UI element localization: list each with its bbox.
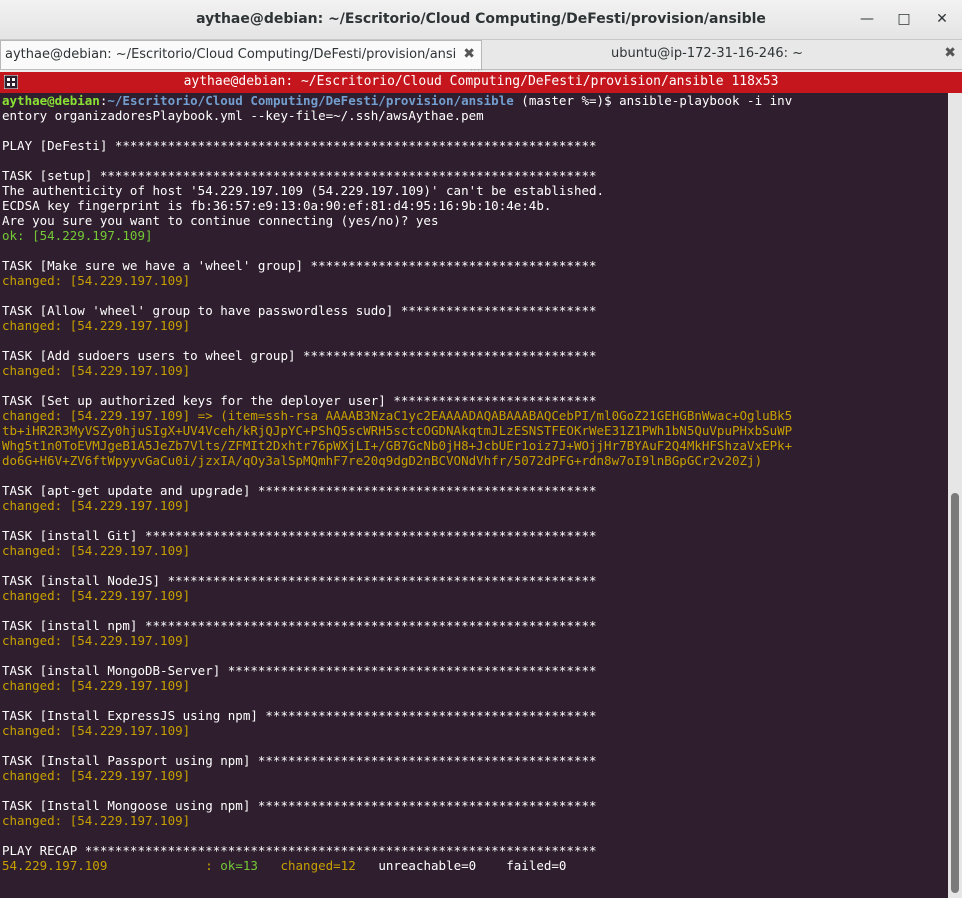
terminal-scrollbar[interactable]: [948, 93, 962, 898]
changed-line: changed: [54.229.197.109] => (item=ssh-r…: [2, 408, 793, 423]
output-line: Are you sure you want to continue connec…: [2, 213, 439, 228]
changed-line: changed: [54.229.197.109]: [2, 498, 191, 513]
tab-close-icon[interactable]: ✖: [944, 45, 956, 61]
window-title: aythae@debian: ~/Escritorio/Cloud Comput…: [196, 11, 766, 27]
changed-line: changed: [54.229.197.109]: [2, 768, 191, 783]
changed-line: Whg5t1n0ToEVMJgeB1A5JeZb7Vlts/ZFMIt2Dxht…: [2, 438, 793, 453]
tab-close-icon[interactable]: ✖: [463, 46, 475, 62]
task-header: TASK [Add sudoers users to wheel group] …: [2, 348, 597, 363]
changed-line: changed: [54.229.197.109]: [2, 678, 191, 693]
changed-line: changed: [54.229.197.109]: [2, 273, 191, 288]
scrollbar-thumb[interactable]: [951, 493, 959, 893]
changed-line: changed: [54.229.197.109]: [2, 363, 191, 378]
changed-line: changed: [54.229.197.109]: [2, 633, 191, 648]
tab-label: aythae@debian: ~/Escritorio/Cloud Comput…: [5, 47, 455, 62]
terminal-output[interactable]: aythae@debian:~/Escritorio/Cloud Computi…: [0, 93, 948, 898]
recap-header: PLAY RECAP *****************************…: [2, 843, 597, 858]
ok-line: ok: [54.229.197.109]: [2, 228, 153, 243]
recap-host: 54.229.197.109 :: [2, 858, 221, 873]
changed-line: changed: [54.229.197.109]: [2, 318, 191, 333]
recap-ok: ok=13: [220, 858, 258, 873]
task-header: TASK [Set up authorized keys for the dep…: [2, 393, 597, 408]
changed-line: changed: [54.229.197.109]: [2, 723, 191, 738]
tab-local-terminal[interactable]: aythae@debian: ~/Escritorio/Cloud Comput…: [0, 40, 482, 69]
changed-line: changed: [54.229.197.109]: [2, 543, 191, 558]
task-header: TASK [install MongoDB-Server] **********…: [2, 663, 597, 678]
output-line: The authenticity of host '54.229.197.109…: [2, 183, 605, 198]
task-header: TASK [Install ExpressJS using npm] *****…: [2, 708, 597, 723]
play-header: PLAY [DeFesti] *************************…: [2, 138, 597, 153]
task-header: TASK [install NodeJS] ******************…: [2, 573, 597, 588]
task-header: TASK [Install Mongoose using npm] ******…: [2, 798, 597, 813]
prompt-user: aythae@debian: [2, 93, 100, 108]
changed-line: changed: [54.229.197.109]: [2, 813, 191, 828]
task-header: TASK [install Git] *********************…: [2, 528, 597, 543]
tab-remote-terminal[interactable]: ubuntu@ip-172-31-16-246: ~ ✖: [482, 40, 962, 69]
window-titlebar: aythae@debian: ~/Escritorio/Cloud Comput…: [0, 0, 962, 40]
close-icon[interactable]: ✕: [931, 8, 953, 30]
task-header: TASK [install npm] *********************…: [2, 618, 597, 633]
task-header: TASK [Allow 'wheel' group to have passwo…: [2, 303, 597, 318]
changed-line: do6G+H6V+ZV6ftWpyyvGaCu0i/jzxIA/qOy3alSp…: [2, 453, 763, 468]
task-header: TASK [Make sure we have a 'wheel' group]…: [2, 258, 597, 273]
changed-line: changed: [54.229.197.109]: [2, 588, 191, 603]
recap-rest: unreachable=0 failed=0: [378, 858, 567, 873]
output-line: ECDSA key fingerprint is fb:36:57:e9:13:…: [2, 198, 552, 213]
maximize-icon[interactable]: □: [893, 8, 915, 30]
prompt-path: ~/Escritorio/Cloud Computing/DeFesti/pro…: [107, 93, 514, 108]
task-header: TASK [apt-get update and upgrade] ******…: [2, 483, 597, 498]
recap-changed: changed=12: [280, 858, 356, 873]
tab-label: ubuntu@ip-172-31-16-246: ~: [610, 46, 804, 61]
command-text: ansible-playbook -i inv: [619, 93, 793, 108]
terminal-header-text: aythae@debian: ~/Escritorio/Cloud Comput…: [183, 74, 779, 89]
prompt-git: (master %=)$: [513, 93, 620, 108]
minimize-icon[interactable]: —: [856, 8, 878, 30]
task-header: TASK [setup] ***************************…: [2, 168, 597, 183]
changed-line: tb+iHR2R3MyVSZy0hjuSIgX+UV4Vceh/kRjQJpYC…: [2, 423, 793, 438]
terminal-header: aythae@debian: ~/Escritorio/Cloud Comput…: [0, 72, 962, 93]
command-text-wrap: entory organizadoresPlaybook.yml --key-f…: [2, 108, 484, 123]
task-header: TASK [Install Passport using npm] ******…: [2, 753, 597, 768]
